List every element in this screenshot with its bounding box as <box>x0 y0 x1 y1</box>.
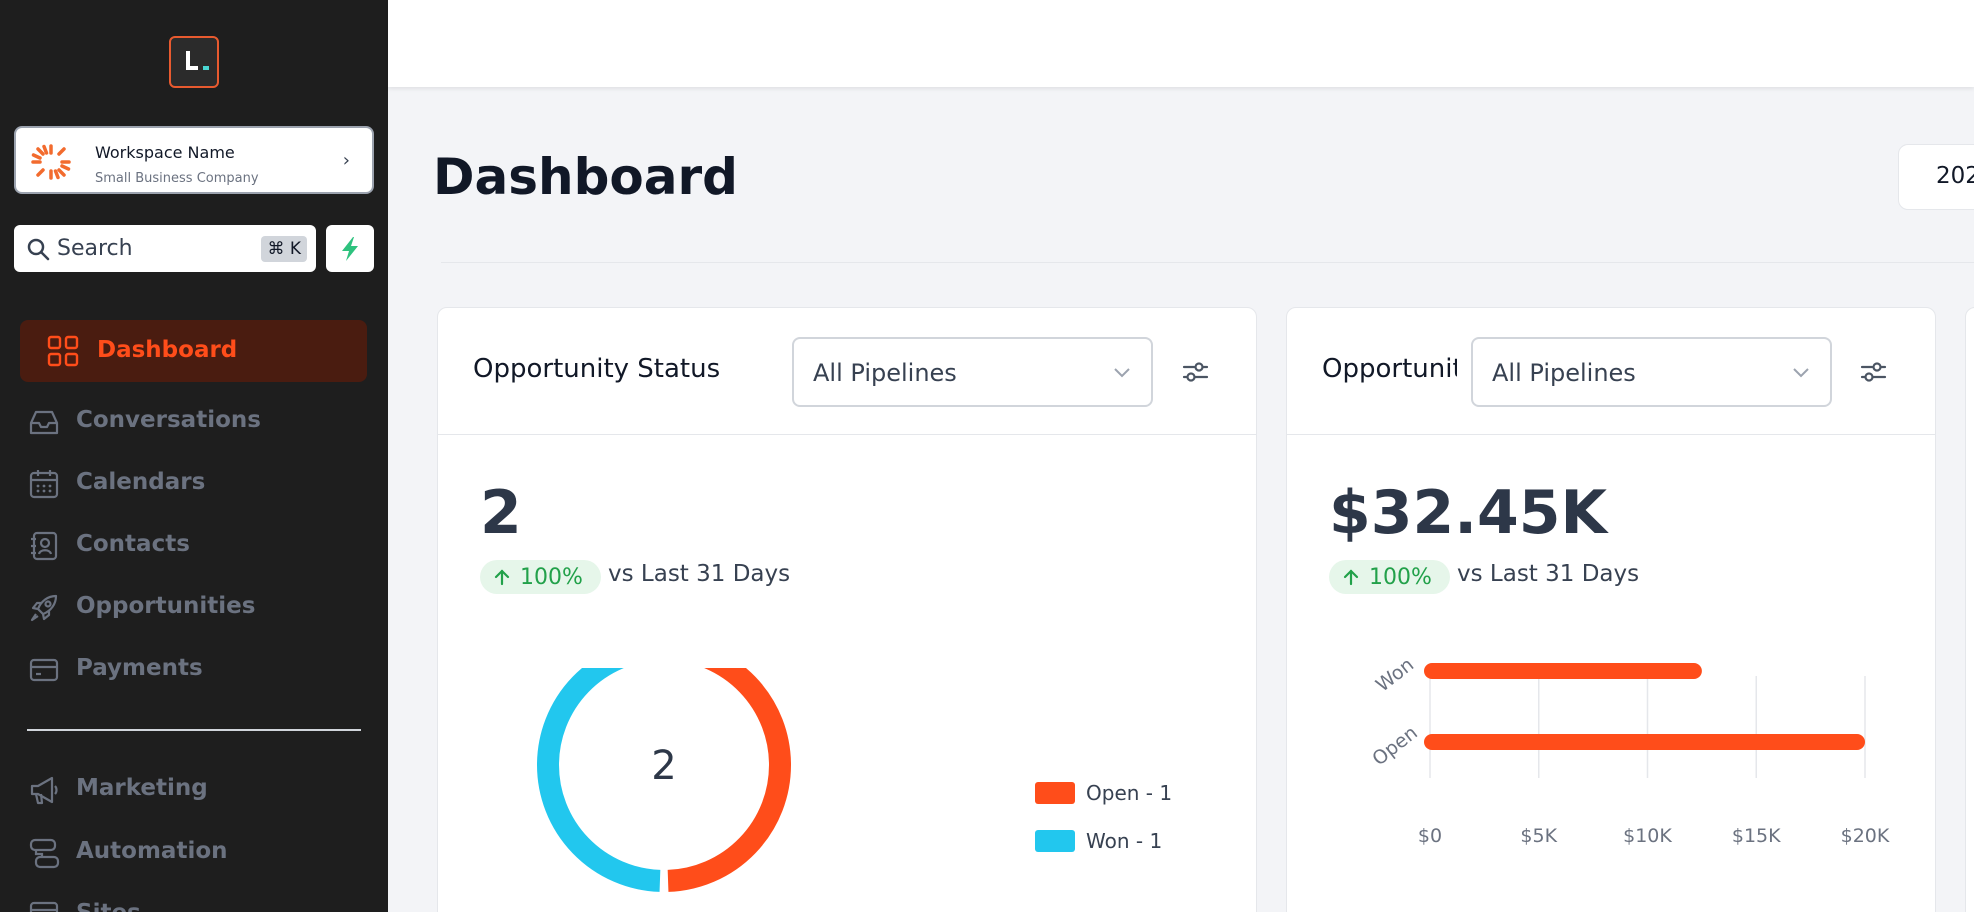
page-title: Dashboard <box>433 148 738 206</box>
pipeline-select-value: All Pipelines <box>1492 359 1636 387</box>
calendar-icon <box>29 470 59 499</box>
date-range-picker[interactable]: 202 <box>1898 144 1974 210</box>
opportunity-status-card: Opportunity Status All Pipelines 2 100% … <box>437 307 1257 912</box>
change-badge: 100% <box>1329 560 1450 594</box>
sidebar-item-marketing[interactable]: Marketing <box>20 758 367 820</box>
credit-card-icon <box>29 658 59 682</box>
sidebar-item-sites[interactable]: Sites <box>20 883 367 912</box>
legend-swatch <box>1035 830 1075 852</box>
search-shortcut: ⌘ K <box>261 236 307 262</box>
legend-swatch <box>1035 782 1075 804</box>
sidebar-item-payments[interactable]: Payments <box>20 638 367 700</box>
sidebar-item-label: Automation <box>76 838 228 864</box>
sidebar-item-contacts[interactable]: Contacts <box>20 514 367 576</box>
pipeline-select[interactable]: All Pipelines <box>1471 337 1832 407</box>
workflow-icon <box>29 838 60 869</box>
workspace-subtitle: Small Business Company <box>95 171 259 186</box>
workspace-name: Workspace Name <box>95 143 235 162</box>
sidebar: Workspace Name Small Business Company › … <box>0 0 388 912</box>
date-range-value: 202 <box>1936 163 1974 189</box>
comparison-label: vs Last 31 Days <box>608 561 791 587</box>
filter-settings-icon[interactable] <box>1859 358 1887 386</box>
opportunity-value-card: Opportunity Value All Pipelines $32.45K … <box>1286 307 1936 912</box>
legend-label: Open - 1 <box>1086 781 1173 805</box>
top-bar <box>388 0 1974 87</box>
card-title: Opportunity Status <box>473 354 721 384</box>
card-header: Opportunity Value All Pipelines <box>1287 308 1935 435</box>
inbox-icon <box>29 410 59 435</box>
app-logo[interactable] <box>169 36 219 88</box>
x-tick-label: $0 <box>1418 825 1442 847</box>
donut-slice-open[interactable] <box>667 668 791 892</box>
next-card-edge <box>1965 307 1974 912</box>
logo-icon <box>186 51 209 70</box>
chevron-down-icon <box>1114 368 1130 378</box>
arrow-up-icon <box>1343 569 1359 586</box>
filter-settings-icon[interactable] <box>1181 358 1209 386</box>
megaphone-icon <box>30 776 58 805</box>
x-tick-label: $15K <box>1732 825 1781 847</box>
card-title: Opportunity Value <box>1322 354 1457 384</box>
grid-icon <box>47 335 79 367</box>
sidebar-item-opportunities[interactable]: Opportunities <box>20 576 367 638</box>
sidebar-item-label: Dashboard <box>97 337 238 363</box>
change-value: 100% <box>1369 565 1432 590</box>
search-placeholder: Search <box>57 236 133 261</box>
x-tick-label: $5K <box>1520 825 1557 847</box>
chevron-right-icon: › <box>342 150 350 171</box>
contact-icon <box>31 531 58 561</box>
sidebar-item-calendars[interactable]: Calendars <box>20 452 367 514</box>
sidebar-item-label: Sites <box>76 900 141 912</box>
search-icon <box>27 238 50 261</box>
sidebar-item-automation[interactable]: Automation <box>20 821 367 883</box>
sidebar-item-label: Contacts <box>76 531 190 557</box>
chevron-down-icon <box>1793 368 1809 378</box>
header-divider <box>441 262 1974 263</box>
x-tick-label: $10K <box>1623 825 1672 847</box>
rocket-icon <box>30 594 58 622</box>
metric-value: 2 <box>480 478 522 548</box>
card-header: Opportunity Status All Pipelines <box>438 308 1256 435</box>
donut-center-label: 2 <box>651 743 676 789</box>
sidebar-item-label: Calendars <box>76 469 206 495</box>
donut-slice-won[interactable] <box>537 668 661 892</box>
sidebar-item-label: Payments <box>76 655 203 681</box>
sidebar-item-label: Conversations <box>76 407 261 433</box>
search-input[interactable]: Search ⌘ K <box>14 225 316 272</box>
lightning-icon <box>342 237 358 261</box>
comparison-label: vs Last 31 Days <box>1457 561 1640 587</box>
sidebar-divider <box>27 729 361 731</box>
y-tick-label: Open <box>1368 722 1422 771</box>
metric-value: $32.45K <box>1329 478 1608 548</box>
workspace-switcher[interactable]: Workspace Name Small Business Company › <box>14 126 374 194</box>
legend-label: Won - 1 <box>1086 829 1163 853</box>
pipeline-select[interactable]: All Pipelines <box>792 337 1153 407</box>
change-badge: 100% <box>480 560 601 594</box>
sidebar-item-label: Opportunities <box>76 593 256 619</box>
quick-action-button[interactable] <box>326 225 374 272</box>
pipeline-select-value: All Pipelines <box>813 359 957 387</box>
sites-icon <box>29 901 59 912</box>
x-tick-label: $20K <box>1841 825 1890 847</box>
sidebar-item-conversations[interactable]: Conversations <box>20 390 367 452</box>
sun-icon <box>31 144 71 180</box>
opportunity-value-bar-chart: $0 $5K $10K $15K $20K Won Open <box>1368 654 1890 847</box>
sidebar-item-dashboard[interactable]: Dashboard <box>20 320 367 382</box>
change-value: 100% <box>520 565 583 590</box>
arrow-up-icon <box>494 569 510 586</box>
y-tick-label: Won <box>1372 654 1418 697</box>
sidebar-item-label: Marketing <box>76 775 208 801</box>
